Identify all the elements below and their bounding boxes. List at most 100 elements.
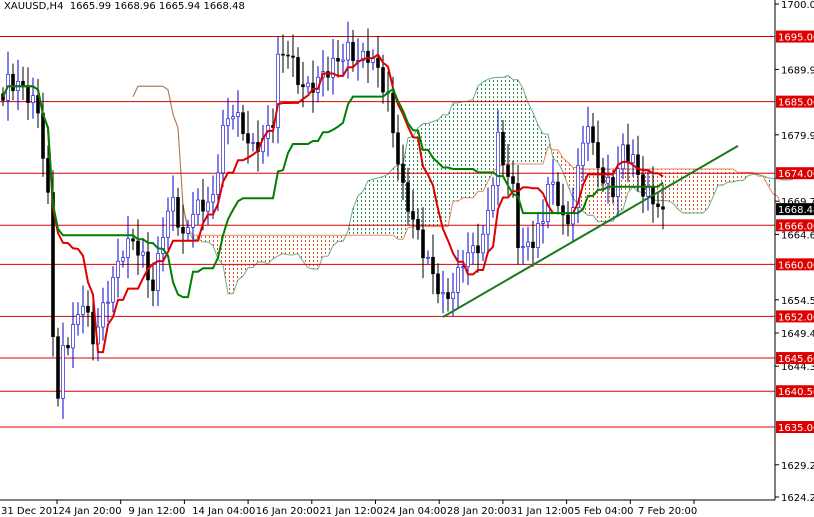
candle-body (621, 144, 625, 170)
ichimoku-cloud-segment (448, 102, 453, 227)
candle-body (131, 238, 135, 242)
candle-body (106, 301, 110, 304)
time-tick-label: 21 Jan 12:00 (320, 506, 383, 517)
level-price-label: 1674.00 (778, 169, 814, 180)
candle-body (591, 126, 595, 143)
candle-body (471, 245, 475, 254)
ichimoku-cloud-segment (473, 85, 478, 198)
ichimoku-cloud-segment (698, 169, 703, 214)
level-price-label: 1645.60 (778, 354, 814, 365)
candle-body (536, 223, 540, 248)
kijun-sen-line (2, 85, 664, 299)
ichimoku-cloud-segment (588, 169, 593, 216)
time-tick-label: 24 Jan 04:00 (383, 506, 446, 517)
ichimoku-cloud-segment (623, 169, 628, 210)
ichimoku-cloud-segment (468, 99, 473, 198)
ichimoku-cloud-segment (243, 235, 248, 277)
ichimoku-cloud-segment (278, 235, 283, 256)
candle-body (166, 210, 170, 238)
price-tick-label: 1629.20 (781, 461, 814, 472)
candle-body (181, 226, 185, 234)
candle-body (11, 74, 15, 92)
candle-body (281, 53, 285, 56)
candle-body (241, 112, 245, 134)
ichimoku-cloud-segment (663, 169, 668, 201)
candle-body (111, 277, 115, 303)
price-tick-label: 1679.90 (781, 131, 814, 142)
candle-body (401, 163, 405, 183)
ichimoku-cloud-segment (693, 169, 698, 214)
candle-body (586, 126, 590, 144)
candle-body (501, 131, 505, 166)
ichimoku-cloud-segment (728, 169, 733, 183)
candle-body (176, 196, 180, 228)
ichimoku-cloud-segment (453, 102, 458, 202)
level-price-label: 1652.00 (778, 312, 814, 323)
candle-body (336, 57, 340, 62)
ichimoku-cloud-segment (458, 101, 463, 202)
ichimoku-cloud-segment (393, 164, 398, 240)
candle-body (171, 196, 175, 212)
ichimoku-cloud-segment (673, 169, 678, 210)
time-tick-label: 28 Jan 20:00 (447, 506, 510, 517)
candle-body (186, 227, 190, 234)
candle-body (656, 203, 660, 208)
price-tick-label: 1624.25 (781, 493, 814, 504)
level-price-label: 1685.00 (778, 98, 814, 109)
candle-body (206, 201, 210, 212)
candle-body (156, 253, 160, 291)
level-price-label: 1660.00 (778, 260, 814, 271)
ichimoku-cloud-segment (508, 75, 513, 164)
candle-body (596, 142, 600, 168)
price-tick-label: 1649.45 (781, 329, 814, 340)
ichimoku-cloud-segment (518, 79, 523, 164)
ichimoku-cloud-segment (203, 235, 208, 243)
candle-body (116, 260, 120, 278)
time-tick-label: 31 Jan 12:00 (511, 506, 574, 517)
candle-body (556, 181, 560, 206)
ichimoku-cloud-segment (488, 77, 493, 182)
ichimoku-cloud-segment (513, 79, 518, 164)
candle-body (351, 42, 355, 61)
candle-body (481, 233, 485, 254)
ichimoku-cloud-segment (368, 179, 373, 236)
ichimoku-cloud-segment (378, 176, 383, 236)
candle-body (396, 132, 400, 165)
candle-body (26, 86, 30, 103)
ichimoku-cloud-segment (273, 235, 278, 259)
candle-body (566, 214, 570, 225)
candle-body (486, 210, 490, 235)
candle-body (231, 116, 235, 120)
candle-body (61, 345, 65, 399)
candle-body (551, 181, 555, 185)
candle-body (416, 218, 420, 231)
candle-body (81, 305, 85, 315)
candle-body (226, 118, 230, 126)
candle-body (506, 164, 510, 177)
candle-body (421, 229, 425, 259)
candle-body (496, 131, 500, 186)
level-price-label: 1635.00 (778, 423, 814, 434)
candle-body (476, 245, 480, 254)
candle-body (121, 257, 125, 262)
time-tick-label: 5 Feb 04:00 (574, 506, 633, 517)
current-price-label: 1668.48 (778, 205, 814, 216)
candle-body (191, 214, 195, 228)
price-chart[interactable]: 1700.001689.951679.901669.701664.601654.… (0, 0, 814, 517)
candle-body (641, 174, 645, 197)
ichimoku-cloud-segment (248, 235, 253, 268)
candle-body (151, 279, 155, 291)
candle-body (376, 57, 380, 68)
price-tick-label: 1689.95 (781, 65, 814, 76)
price-tick-label: 1654.55 (781, 296, 814, 307)
candle-body (626, 144, 630, 164)
candle-body (211, 194, 215, 203)
candle-body (71, 324, 75, 349)
candle-body (46, 158, 50, 193)
candle-body (126, 238, 130, 258)
ichimoku-cloud-segment (373, 177, 378, 236)
ichimoku-cloud-segment (238, 235, 243, 280)
candle-body (441, 292, 445, 295)
candle-body (431, 256, 435, 275)
level-price-label: 1640.50 (778, 387, 814, 398)
